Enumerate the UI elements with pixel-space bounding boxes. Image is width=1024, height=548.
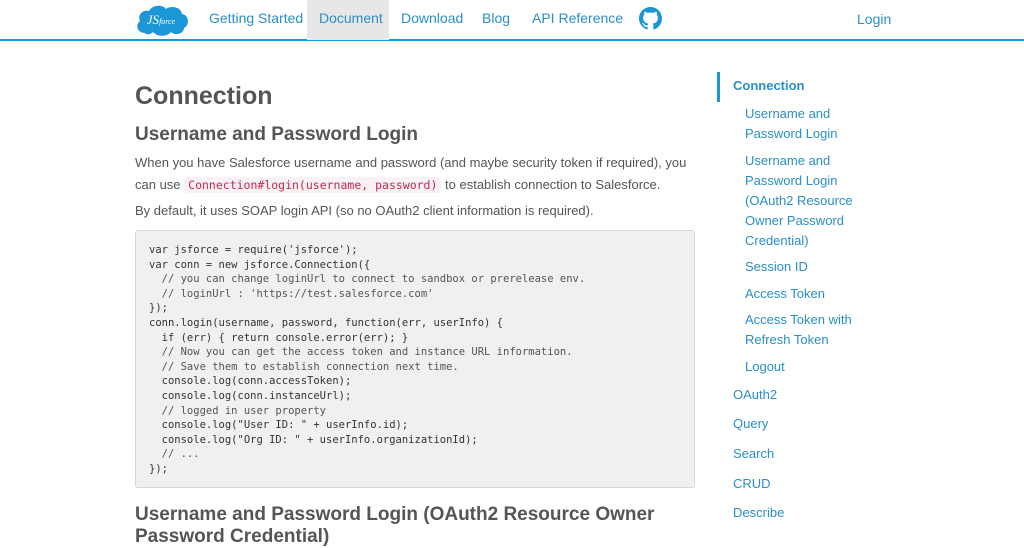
- section-title-username-password: Username and Password Login: [135, 124, 418, 145]
- toc-describe[interactable]: Describe: [733, 503, 784, 523]
- toc-access-token[interactable]: Access Token: [745, 284, 885, 304]
- code-block[interactable]: var jsforce = require('jsforce'); var co…: [135, 230, 695, 488]
- code-line: console.log(conn.accessToken);: [149, 375, 352, 388]
- toc-oauth2[interactable]: OAuth2: [733, 385, 777, 405]
- toc-access-token-refresh[interactable]: Access Token with Refresh Token: [745, 310, 860, 350]
- nav-document[interactable]: Document: [307, 0, 389, 40]
- default-soap-paragraph: By default, it uses SOAP login API (so n…: [135, 203, 594, 218]
- code-line: // Now you can get the access token and …: [149, 346, 573, 359]
- code-line: var jsforce = require('jsforce');: [149, 244, 358, 256]
- github-icon[interactable]: [639, 7, 662, 30]
- code-line: });: [149, 302, 168, 315]
- nav-blog[interactable]: Blog: [482, 0, 510, 40]
- jsforce-logo-icon[interactable]: JSforce: [135, 3, 189, 36]
- toc-username-password-oauth2[interactable]: Username and Password Login (OAuth2 Reso…: [745, 151, 860, 251]
- toc-logout[interactable]: Logout: [745, 357, 885, 377]
- code-line: // ...: [149, 448, 200, 461]
- intro-text-b: to establish connection to Salesforce.: [441, 177, 661, 192]
- toc-query[interactable]: Query: [733, 414, 768, 434]
- code-line: if (err) { return console.error(err); }: [149, 331, 409, 344]
- nav-api-reference[interactable]: API Reference: [532, 0, 623, 40]
- toc-username-password-login[interactable]: Username and Password Login: [745, 104, 857, 144]
- code-line: console.log("Org ID: " + userInfo.organi…: [149, 433, 478, 446]
- toc-active-indicator: [717, 72, 720, 102]
- code-line: console.log("User ID: " + userInfo.id);: [149, 419, 409, 432]
- toc-crud[interactable]: CRUD: [733, 474, 771, 494]
- toc-search[interactable]: Search: [733, 444, 774, 464]
- top-nav: JSforce Getting Started Document Downloa…: [0, 0, 1024, 41]
- section-title-oauth2-password: Username and Password Login (OAuth2 Reso…: [135, 504, 655, 547]
- nav-getting-started[interactable]: Getting Started: [209, 0, 303, 40]
- inline-code-login: Connection#login(username, password): [184, 177, 442, 193]
- code-line: });: [149, 462, 168, 475]
- code-line: // Save them to establish connection nex…: [149, 360, 459, 373]
- page-title: Connection: [135, 82, 273, 110]
- code-line: var conn = new jsforce.Connection({: [149, 258, 371, 271]
- code-line: // loginUrl : 'https://test.salesforce.c…: [149, 287, 434, 300]
- intro-paragraph: When you have Salesforce username and pa…: [135, 152, 695, 196]
- code-line: // logged in user property: [149, 404, 327, 417]
- toc-session-id[interactable]: Session ID: [745, 257, 885, 277]
- nav-download[interactable]: Download: [401, 0, 463, 40]
- code-line: console.log(conn.instanceUrl);: [149, 389, 352, 402]
- toc-connection[interactable]: Connection: [733, 76, 805, 96]
- login-link[interactable]: Login: [857, 0, 891, 40]
- code-line: conn.login(username, password, function(…: [149, 316, 504, 329]
- code-line: // you can change loginUrl to connect to…: [149, 273, 586, 286]
